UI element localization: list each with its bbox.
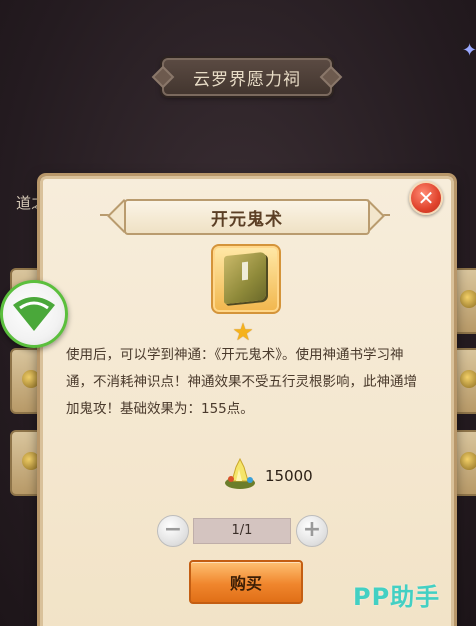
item-slot	[211, 244, 281, 314]
dialog-title: 开元鬼术	[211, 209, 283, 230]
buy-button[interactable]: 购买	[189, 560, 303, 604]
price-value: 15000	[265, 467, 313, 485]
increase-quantity-button[interactable]: +	[296, 515, 328, 547]
notification-icon[interactable]: ✦	[462, 40, 476, 62]
location-title-plaque: 云罗界愿力祠	[162, 58, 332, 96]
watermark-logo: PP助手	[353, 583, 441, 611]
wifi-icon	[13, 297, 55, 331]
spirit-stone-icon	[225, 457, 255, 489]
item-icon	[460, 452, 476, 470]
close-icon: ✕	[417, 186, 435, 210]
item-icon	[22, 370, 40, 388]
floating-assistant-button[interactable]	[0, 280, 68, 348]
decrease-quantity-button[interactable]: −	[157, 515, 189, 547]
item-description: 使用后，可以学到神通：《开元鬼术》。使用神通书学习神通，不消耗神识点！神通效果不…	[66, 347, 417, 417]
dialog-title-ribbon: 开元鬼术	[124, 199, 370, 235]
book-icon	[224, 251, 266, 305]
buy-label: 购买	[229, 574, 262, 593]
minus-icon: −	[163, 517, 183, 542]
plus-icon: +	[302, 517, 322, 542]
quantity-value: 1/1	[231, 523, 253, 538]
item-icon	[460, 290, 476, 308]
item-icon	[22, 452, 40, 470]
star-icon: ★	[232, 318, 254, 346]
item-icon	[460, 370, 476, 388]
close-button[interactable]: ✕	[409, 181, 443, 215]
quantity-display[interactable]: 1/1	[193, 518, 291, 544]
location-title: 云罗界愿力祠	[193, 69, 301, 90]
